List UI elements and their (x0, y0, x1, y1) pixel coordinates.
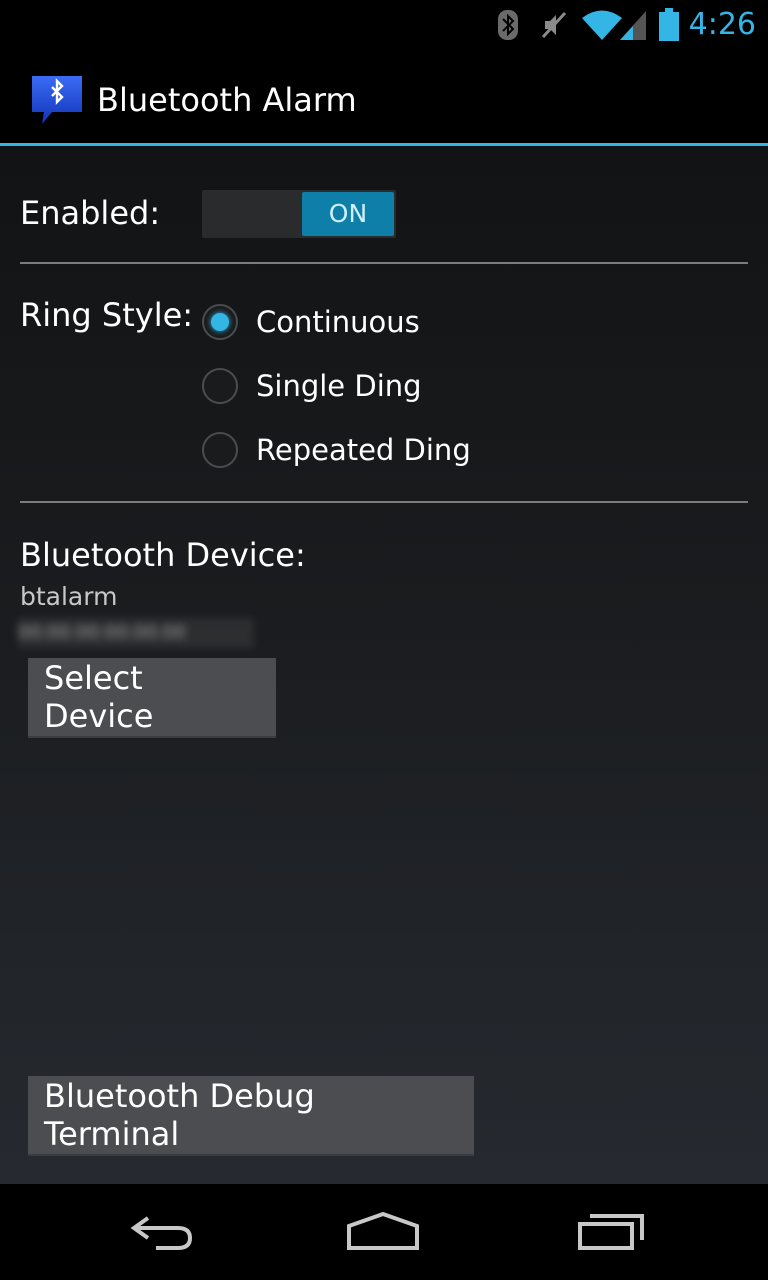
screen: 4:26 Bluetooth Alarm Enabled: ON Ring St… (0, 0, 768, 1280)
debug-terminal-button[interactable]: Bluetooth Debug Terminal (28, 1076, 474, 1156)
bluetooth-device-label: Bluetooth Device: (20, 536, 306, 574)
action-bar: Bluetooth Alarm (0, 50, 768, 146)
radio-label: Continuous (256, 305, 420, 339)
radio-button (202, 368, 238, 404)
enabled-label: Enabled: (20, 194, 161, 232)
enabled-toggle[interactable]: ON (202, 190, 396, 238)
divider (20, 262, 748, 264)
back-icon[interactable] (116, 1206, 206, 1258)
status-time: 4:26 (688, 7, 756, 42)
device-address: 00:00:00:00:00:00 (18, 618, 254, 648)
recents-icon[interactable] (566, 1206, 656, 1258)
bluetooth-chat-icon (30, 74, 84, 124)
radio-button (202, 432, 238, 468)
bluetooth-icon (494, 0, 522, 50)
app-title: Bluetooth Alarm (97, 81, 357, 119)
mute-icon (538, 0, 570, 50)
radio-label: Single Ding (256, 369, 422, 403)
content-area: Enabled: ON Ring Style: Continuous Singl… (0, 146, 768, 1184)
radio-button-checked (202, 304, 238, 340)
select-device-button[interactable]: Select Device (28, 658, 276, 738)
toggle-thumb: ON (302, 192, 394, 236)
status-bar: 4:26 (0, 0, 768, 50)
cell-signal-icon (618, 0, 648, 50)
radio-repeated-ding[interactable]: Repeated Ding (200, 418, 471, 482)
ring-style-label: Ring Style: (20, 296, 194, 334)
battery-icon (656, 0, 682, 50)
home-icon[interactable] (338, 1206, 428, 1258)
radio-continuous[interactable]: Continuous (200, 290, 420, 354)
divider (20, 501, 748, 503)
device-name: btalarm (20, 582, 118, 611)
radio-single-ding[interactable]: Single Ding (200, 354, 422, 418)
radio-label: Repeated Ding (256, 433, 471, 467)
nav-bar (0, 1184, 768, 1280)
